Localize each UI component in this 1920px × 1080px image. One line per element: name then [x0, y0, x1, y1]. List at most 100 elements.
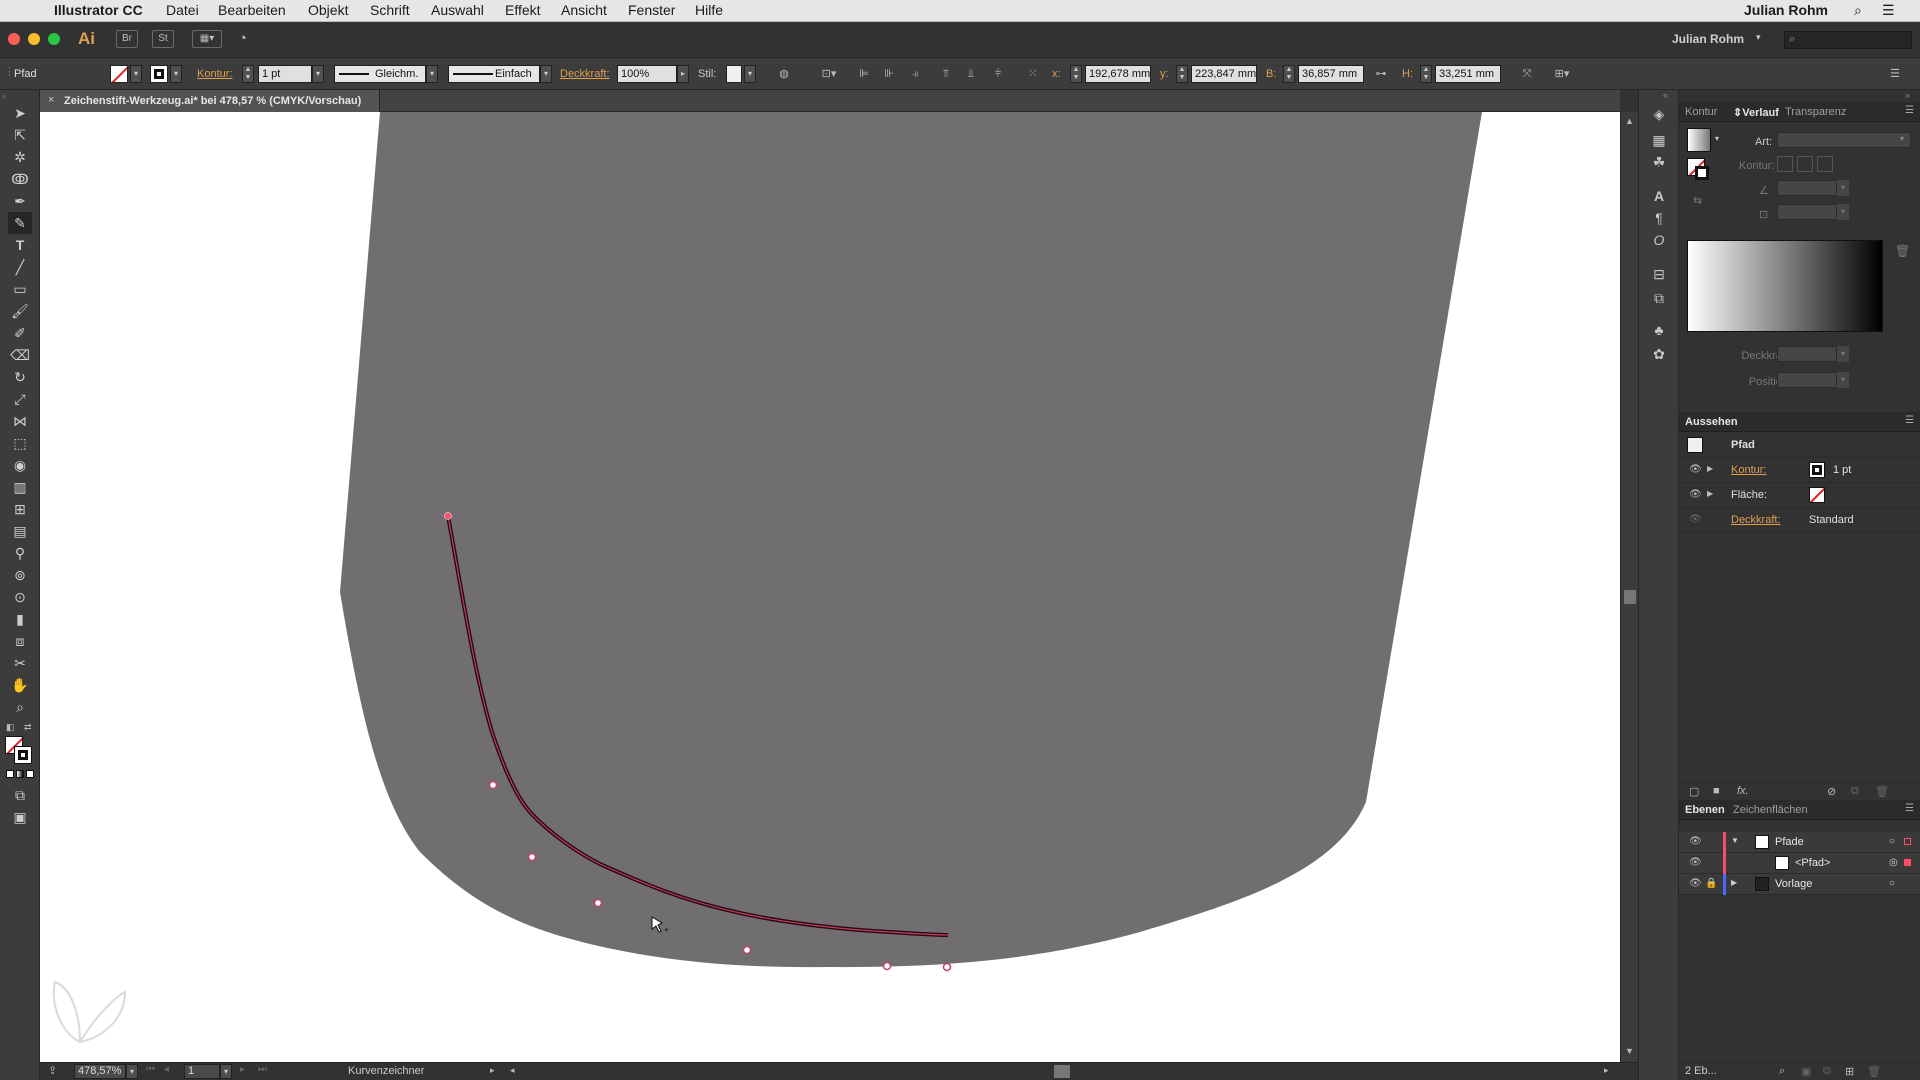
stroke-across-icon[interactable] [1817, 156, 1833, 172]
align-bottom-icon[interactable]: ⫩ [989, 66, 1007, 82]
document-tab[interactable]: × Zeichenstift-Werkzeug.ai* bei 478,57 %… [40, 90, 380, 112]
menu-datei[interactable]: Datei [166, 2, 199, 18]
tab-ebenen[interactable]: Ebenen [1685, 804, 1725, 816]
stop-opacity-dropdown[interactable]: ▾ [1837, 346, 1849, 362]
create-sublayer-icon[interactable]: ⧉ [1823, 1065, 1831, 1078]
appearance-object-row[interactable]: Pfad [1679, 432, 1920, 458]
align-right-icon[interactable]: ⫣ [906, 66, 924, 82]
reverse-gradient-icon[interactable]: ⇆ [1693, 194, 1702, 207]
height-stepper[interactable]: ▲ ▼ [1420, 65, 1432, 83]
line-segment-tool-icon[interactable]: ╱ [8, 256, 32, 278]
deckkraft-label[interactable]: Deckkraft: [560, 68, 610, 80]
column-graph-tool-icon[interactable]: ▮ [8, 608, 32, 630]
anchor-point[interactable] [942, 962, 952, 972]
gradient-thumbnail[interactable] [1687, 128, 1711, 152]
target-circle-icon[interactable]: ◎ [1889, 857, 1898, 868]
scroll-left-arrow-icon[interactable]: ◂ [510, 1065, 515, 1076]
deckkraft-field[interactable]: 100% [617, 65, 677, 83]
align-to-icon[interactable]: ⊡▾ [816, 66, 842, 82]
visibility-eye-icon[interactable]: 👁 [1689, 464, 1702, 476]
recolor-artwork-icon[interactable]: ◍ [775, 66, 793, 82]
menubar-user[interactable]: Julian Rohm [1744, 2, 1828, 18]
current-tool-label[interactable]: Kurvenzeichner [348, 1065, 424, 1077]
hand-tool-icon[interactable]: ✋ [8, 674, 32, 696]
gradient-type-select[interactable]: ▾ [1777, 132, 1911, 148]
swap-fill-stroke-icon[interactable]: ⇄ [24, 722, 32, 733]
next-artboard-icon[interactable]: ▸ [240, 1064, 245, 1075]
drawing-modes-icon[interactable]: ⧉ [8, 784, 32, 806]
menu-ansicht[interactable]: Ansicht [561, 2, 607, 18]
zoom-tool-icon[interactable]: ⌕ [8, 696, 32, 718]
stroke-swatch[interactable] [150, 65, 168, 83]
menu-hilfe[interactable]: Hilfe [695, 2, 723, 18]
gradient-mode-icon[interactable] [16, 770, 24, 778]
x-stepper[interactable]: ▲ ▼ [1070, 65, 1082, 83]
control-panel-menu-icon[interactable]: ☰ [1886, 66, 1904, 82]
arrange-documents-icon[interactable]: ▦▾ [192, 30, 222, 48]
type-tool-icon[interactable]: T [8, 234, 32, 256]
free-transform-tool-icon[interactable]: ⬚ [8, 432, 32, 454]
appearance-kontur-label[interactable]: Kontur: [1731, 464, 1766, 476]
stop-position-field[interactable] [1777, 372, 1837, 388]
blend-tool-icon[interactable]: ⊚ [8, 564, 32, 586]
symbols-panel-icon[interactable]: ☘ [1649, 152, 1669, 172]
minimize-window-button[interactable] [28, 33, 40, 45]
reference-point-icon[interactable]: ⁙ [1024, 66, 1042, 82]
target-circle-icon[interactable]: ○ [1889, 878, 1895, 889]
paintbrush-tool-icon[interactable]: 🖌 [8, 300, 32, 322]
add-new-stroke-icon[interactable]: ▢ [1689, 785, 1699, 798]
appearance-panel-menu-icon[interactable]: ☰ [1905, 415, 1914, 426]
brush-definition[interactable]: Einfach [448, 65, 540, 83]
mesh-tool-icon[interactable]: ⊞ [8, 498, 32, 520]
artboard-tool-icon[interactable]: ⧈ [8, 630, 32, 652]
expand-arrow-icon[interactable]: ▶ [1707, 489, 1713, 498]
appearance-flaeche-label[interactable]: Fläche: [1731, 489, 1767, 501]
y-position-field[interactable]: 223,847 mm [1191, 65, 1257, 83]
delete-stop-icon[interactable]: 🗑 [1895, 244, 1910, 258]
anchor-point[interactable] [742, 945, 752, 955]
cup-body-shape[interactable] [340, 112, 1482, 968]
paragraph-panel-icon[interactable]: ¶ [1649, 208, 1669, 228]
opentype-panel-icon[interactable]: O [1649, 230, 1669, 250]
swatches-panel-icon[interactable]: ▦ [1649, 130, 1669, 150]
appearance-fill-swatch[interactable] [1809, 487, 1825, 503]
target-circle-icon[interactable]: ○ [1889, 836, 1895, 847]
isolate-selection-icon[interactable]: ⊞▾ [1548, 66, 1576, 82]
angle-dropdown[interactable]: ▾ [1837, 180, 1849, 196]
transform-icon[interactable]: ⤧ [1518, 66, 1536, 82]
collapse-layer-icon[interactable]: ▼ [1731, 836, 1739, 845]
anchor-point[interactable] [527, 852, 537, 862]
scrollbar-thumb[interactable] [1624, 590, 1636, 604]
align-horizontal-center-icon[interactable]: ⊪ [880, 66, 898, 82]
status-menu-arrow-icon[interactable]: ▸ [490, 1065, 495, 1076]
height-field[interactable]: 33,251 mm [1435, 65, 1501, 83]
tab-transparenz[interactable]: Transparenz [1785, 106, 1846, 118]
scroll-up-arrow-icon[interactable]: ▲ [1625, 116, 1634, 126]
anchor-point[interactable] [593, 898, 603, 908]
layer-name[interactable]: Pfade [1775, 836, 1804, 848]
delete-item-icon[interactable]: 🗑 [1875, 785, 1889, 798]
fill-dropdown[interactable]: ▾ [130, 65, 142, 83]
eyedropper-tool-icon[interactable]: ⚲ [8, 542, 32, 564]
locate-object-icon[interactable]: ⌕ [1779, 1065, 1785, 1078]
pen-tool-icon[interactable]: ✒ [8, 190, 32, 212]
magic-wand-tool-icon[interactable]: ✲ [8, 146, 32, 168]
stroke-dropdown[interactable]: ▾ [170, 65, 182, 83]
color-mode-icon[interactable] [6, 770, 14, 778]
previous-artboard-icon[interactable]: ◂ [164, 1064, 169, 1075]
tab-aussehen[interactable]: Aussehen [1685, 416, 1738, 428]
zoom-level-field[interactable]: 478,57% [74, 1064, 126, 1079]
horizontal-scrollbar-thumb[interactable] [1054, 1065, 1070, 1078]
menu-bearbeiten[interactable]: Bearbeiten [218, 2, 286, 18]
lasso-tool-icon[interactable]: ↂ [8, 168, 32, 190]
profile-dropdown[interactable]: ▾ [426, 65, 438, 83]
app-name-menu[interactable]: Illustrator CC [54, 2, 143, 18]
eraser-tool-icon[interactable]: ⌫ [8, 344, 32, 366]
selection-tool-icon[interactable]: ➤ [8, 102, 32, 124]
first-artboard-icon[interactable]: ⏮ [146, 1064, 155, 1075]
make-clipping-mask-icon[interactable]: ▣ [1801, 1065, 1811, 1078]
none-mode-icon[interactable] [26, 770, 34, 778]
bridge-button[interactable]: Br [116, 30, 138, 48]
gradient-stroke-indicator[interactable] [1695, 166, 1709, 180]
direct-selection-tool-icon[interactable]: ⇱ [8, 124, 32, 146]
